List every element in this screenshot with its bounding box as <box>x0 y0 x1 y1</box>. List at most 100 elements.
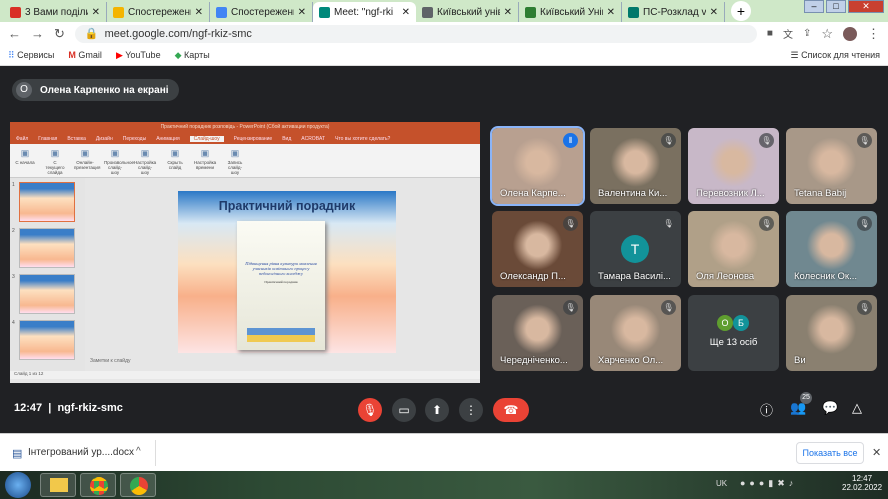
bookmark-youtube[interactable]: ▶ YouTube <box>116 50 161 61</box>
bookmark-gmail[interactable]: M Gmail <box>68 50 102 60</box>
tab-favicon-icon <box>319 6 330 18</box>
close-tab-icon[interactable]: ✕ <box>607 7 615 18</box>
activities-icon[interactable]: △ <box>852 400 862 416</box>
mic-off-icon: 🎙 <box>857 133 872 148</box>
url-input[interactable]: 🔒 meet.google.com/ngf-rkiz-smc <box>74 24 757 43</box>
bookmark-star-icon[interactable]: ☆ <box>821 26 833 42</box>
participant-tile[interactable]: T 🎙 Тамара Василі... <box>590 211 681 287</box>
ribbon-button-icon: ▣ <box>80 148 90 158</box>
participant-count-badge: 25 <box>800 392 812 404</box>
browser-tab[interactable]: Спостереження –✕ <box>107 2 210 22</box>
browser-tab[interactable]: Київський універ✕ <box>416 2 519 22</box>
info-icon[interactable]: ⓘ <box>760 400 773 419</box>
participant-tile[interactable]: 🎙 Колесник Ок... <box>786 211 877 287</box>
menu-icon[interactable]: ⋮ <box>867 26 880 42</box>
close-tab-icon[interactable]: ✕ <box>92 7 100 18</box>
profile-avatar[interactable] <box>843 26 857 41</box>
reading-list[interactable]: ☰ Список для чтения <box>791 50 881 61</box>
back-icon[interactable]: ← <box>8 26 21 41</box>
download-bar: ▤ Інтегрований ур....docx ^ Показать все… <box>0 433 888 471</box>
browser-tab[interactable]: Meet: "ngf-rki ✕ <box>313 2 416 22</box>
close-tab-icon[interactable]: ✕ <box>504 7 512 18</box>
participant-tile[interactable]: 🎙 Валентина Ки... <box>590 128 681 204</box>
more-options-button[interactable]: ⋮ <box>459 398 483 422</box>
avatar: T <box>621 235 649 263</box>
slide-thumb[interactable] <box>19 228 75 268</box>
forward-icon[interactable]: → <box>31 26 44 41</box>
slide-thumb[interactable] <box>19 182 75 222</box>
show-all-button[interactable]: Показать все <box>796 442 864 464</box>
chat-icon[interactable]: 💬 <box>822 400 838 416</box>
bookmark-maps[interactable]: ◆ Карты <box>175 50 210 61</box>
close-window-button[interactable]: ✕ <box>848 0 884 13</box>
apps-icon: ⠿ <box>8 49 15 60</box>
participant-tile[interactable]: О Б Ще 13 осіб <box>688 295 779 371</box>
participant-tile[interactable]: ⦀ Олена Карпе... <box>490 126 585 206</box>
ribbon-button-icon: ▣ <box>50 148 60 158</box>
ribbon-tab: Дизайн <box>95 135 113 142</box>
share-icon[interactable]: ⇪ <box>803 28 811 39</box>
close-tab-icon[interactable]: ✕ <box>402 7 410 18</box>
slide-thumbnails: 1 2 3 4 <box>10 178 85 371</box>
chrome-taskbar-button[interactable] <box>80 473 116 497</box>
browser-tab[interactable]: ПС-Розклад v.3.8✕ <box>622 2 725 22</box>
slide-thumb[interactable] <box>19 320 75 360</box>
participant-tile[interactable]: 🎙 Чередніченко... <box>492 295 583 371</box>
avatar: О <box>717 315 733 331</box>
taskbar: UK ●●●▮✖♪ 12:47 22.02.2022 <box>0 471 888 499</box>
ribbon-button: ▣ Онлайн-презентация <box>74 148 101 170</box>
close-tab-icon[interactable]: ✕ <box>298 7 306 18</box>
camera-button[interactable]: ▭ <box>392 398 416 422</box>
mic-off-button[interactable]: 🎙 <box>358 398 382 422</box>
ribbon-button: ▣ Скрыть слайд <box>164 148 186 173</box>
tray-icons[interactable]: ●●●▮✖♪ <box>740 478 797 489</box>
slide-title: Практичний порадник <box>218 199 356 213</box>
close-tab-icon[interactable]: ✕ <box>195 7 203 18</box>
participant-tile[interactable]: 🎙 Tetana Babij <box>786 128 877 204</box>
mic-off-icon: 🎙 <box>661 300 676 315</box>
chrome-taskbar-button-2[interactable] <box>120 473 156 497</box>
chevron-up-icon[interactable]: ^ <box>136 446 141 457</box>
ppt-status-bar: Слайд 1 из 12 <box>10 371 480 379</box>
shared-screen: Практичний порадник розповідь - PowerPoi… <box>10 122 480 383</box>
ribbon-tab: Главная <box>38 135 58 142</box>
present-button[interactable]: ⬆ <box>425 398 449 422</box>
close-tab-icon[interactable]: ✕ <box>710 7 718 18</box>
new-tab-button[interactable]: + <box>731 1 751 21</box>
ribbon-button-icon: ▣ <box>110 148 120 158</box>
clock[interactable]: 12:47 22.02.2022 <box>842 474 882 492</box>
browser-tab[interactable]: 3 Вами поділилис✕ <box>4 2 107 22</box>
slide-thumb[interactable] <box>19 274 75 314</box>
download-item[interactable]: Інтегрований ур....docx <box>28 447 134 458</box>
maximize-button[interactable]: □ <box>826 0 846 13</box>
lock-icon: 🔒 <box>84 28 99 40</box>
ribbon-button-icon: ▣ <box>230 148 240 158</box>
browser-tab[interactable]: Спостереження 1✕ <box>210 2 313 22</box>
close-download-bar-icon[interactable]: ✕ <box>872 446 881 459</box>
participant-tile[interactable]: 🎙 Олександр П... <box>492 211 583 287</box>
start-button[interactable] <box>5 472 31 498</box>
language-indicator[interactable]: UK <box>716 479 727 488</box>
tab-favicon-icon <box>113 6 124 18</box>
ribbon-button: ▣ Настройка слайд-шоу <box>134 148 157 175</box>
camera-icon[interactable]: ■ <box>767 28 773 39</box>
ribbon-tab: Анимация <box>156 135 180 142</box>
minimize-button[interactable]: – <box>804 0 824 13</box>
reload-icon[interactable]: ↻ <box>54 26 65 42</box>
participant-tile[interactable]: 🎙 Перевозник Л... <box>688 128 779 204</box>
ribbon-tab: Файл <box>16 135 29 142</box>
ribbon-button-icon: ▣ <box>170 148 180 158</box>
participant-tile[interactable]: 🎙 Харченко Ол... <box>590 295 681 371</box>
explorer-taskbar-button[interactable] <box>40 473 76 497</box>
participant-tile[interactable]: 🎙 Ви <box>786 295 877 371</box>
translate-icon[interactable]: 文 <box>783 26 793 41</box>
browser-tab[interactable]: Київський Універ✕ <box>519 2 622 22</box>
leave-call-button[interactable]: ☎ <box>493 398 529 422</box>
docx-file-icon: ▤ <box>12 448 23 460</box>
ribbon: ▣ С начала ▣ С текущего слайда ▣ Онлайн-презе… <box>10 144 480 178</box>
presenter-banner: О Олена Карпенко на екрані <box>12 79 179 101</box>
mic-off-icon: 🎙 <box>857 300 872 315</box>
participant-tile[interactable]: 🎙 Оля Леонова <box>688 211 779 287</box>
address-bar-row: ← → ↻ 🔒 meet.google.com/ngf-rkiz-smc ■ 文 … <box>0 22 888 45</box>
bookmark-services[interactable]: ⠿ Сервисы <box>8 50 54 61</box>
